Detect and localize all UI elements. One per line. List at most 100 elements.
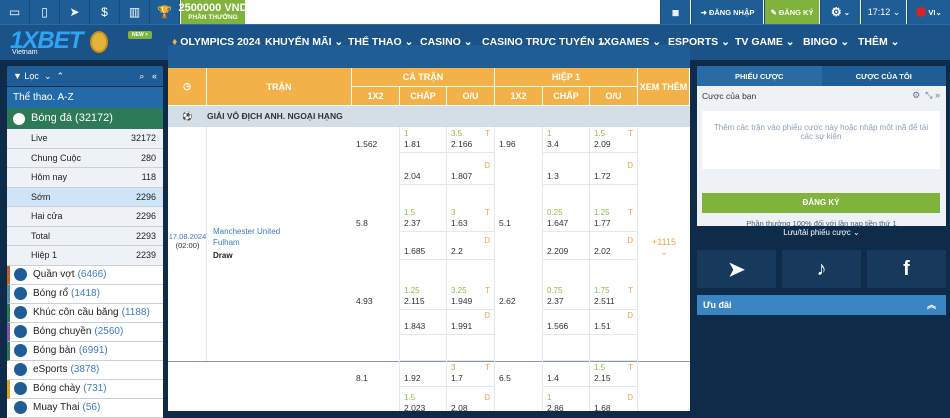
tiktok-icon[interactable]: ♪	[782, 250, 861, 288]
nav-item-9[interactable]: THÊM ⌄	[858, 36, 899, 48]
odds-cell[interactable]: 1.25 T 1.77	[590, 185, 638, 232]
match-teams[interactable]: Manchester United Fulham Draw	[207, 127, 352, 361]
new-badge[interactable]: NEW >	[128, 31, 152, 39]
sidebar-subitem[interactable]: Chung Cuộc 280	[7, 148, 163, 168]
telegram-icon[interactable]: ➤	[697, 250, 776, 288]
promotions-panel[interactable]: Ưu đãi ︽	[697, 295, 946, 315]
odds-cell[interactable]: 1.5 2.023	[400, 387, 447, 411]
qr-code-icon[interactable]: ▦	[660, 0, 690, 24]
language-dropdown[interactable]: VI ⌄	[907, 0, 950, 24]
register-button[interactable]: ✎ ĐĂNG KÝ	[764, 0, 819, 24]
sport-icon	[14, 268, 27, 281]
search-icon[interactable]: ⌕	[139, 71, 144, 82]
sidebar-subitem[interactable]: Hiệp 1 2239	[7, 246, 163, 266]
odds-cell[interactable]: 3 T 1.63	[447, 185, 495, 232]
odds-cell[interactable]: D 1.991	[447, 310, 495, 335]
odds-cell[interactable]: 1.92	[400, 361, 447, 387]
odds-cell[interactable]: 2.62	[495, 260, 543, 310]
odds-cell[interactable]: 1.562	[352, 127, 400, 153]
subcol-header: 1X2	[495, 87, 543, 106]
odds-cell[interactable]: 1 2.86	[543, 387, 590, 411]
more-markets-button[interactable]: +1115 ⌄	[638, 237, 690, 258]
odds-cell[interactable]: 1.5 T 2.15	[590, 361, 638, 387]
sidebar-item-sport[interactable]: Quần vợt (6466)	[7, 265, 163, 285]
sidebar-item-sport[interactable]: Bóng rổ (1418)	[7, 284, 163, 304]
odds-cell[interactable]: 1.4	[543, 361, 590, 387]
time-dropdown[interactable]: 17:12 ⌄	[861, 0, 906, 24]
gear-icon[interactable]: ⚙	[912, 90, 920, 100]
sidebar-item-sport[interactable]: Bóng chuyền (2560)	[7, 322, 163, 342]
odds-cell	[495, 387, 543, 411]
odds-cell[interactable]: 1.25 2.115	[400, 260, 447, 310]
expand-icon[interactable]: »	[935, 90, 940, 100]
sidebar-item-sport[interactable]: Bóng bàn (6991)	[7, 341, 163, 361]
odds-cell[interactable]: 4.93	[352, 260, 400, 310]
sidebar-item-sport[interactable]: Muay Thai (56)	[7, 398, 163, 418]
trophy-icon[interactable]: 🏆	[150, 0, 180, 24]
odds-cell[interactable]: 0.25 1.647	[543, 185, 590, 232]
league-row[interactable]: ⚽ GIẢI VÔ ĐỊCH ANH. NGOẠI HẠNG	[168, 106, 690, 127]
nav-item-8[interactable]: BINGO ⌄	[803, 36, 849, 48]
odds-cell[interactable]: 2.04	[400, 153, 447, 185]
odds-cell[interactable]: 3.5 T 2.166	[447, 127, 495, 153]
collapse-icon[interactable]: «	[152, 71, 157, 81]
odds-cell[interactable]: 2.209	[543, 232, 590, 260]
odds-cell[interactable]: 5.1	[495, 185, 543, 232]
odds-cell[interactable]: D 1.68	[590, 387, 638, 411]
odds-cell	[352, 232, 400, 260]
odds-cell[interactable]: D 1.72	[590, 153, 638, 185]
odds-cell[interactable]: 5.8	[352, 185, 400, 232]
mobile-icon[interactable]: ▯	[30, 0, 60, 24]
bonus-banner[interactable]: 2500000 VND PHẦN THƯỞNG	[178, 0, 248, 24]
odds-cell[interactable]: D 2.2	[447, 232, 495, 260]
odds-cell[interactable]: 1.3	[543, 153, 590, 185]
stats-icon[interactable]: ▥	[120, 0, 150, 24]
odds-cell[interactable]: 1.685	[400, 232, 447, 260]
sidebar-item-sport[interactable]: eSports (3878)	[7, 360, 163, 380]
save-load-bet-slip[interactable]: Lưu/tải phiếu cược ⌄	[697, 228, 946, 237]
odds-cell[interactable]: 1.843	[400, 310, 447, 335]
sidebar-subitem[interactable]: Hai cửa 2296	[7, 207, 163, 227]
odds-cell[interactable]: 1.96	[495, 127, 543, 153]
sidebar-subitem[interactable]: Live 32172	[7, 129, 163, 149]
odds-cell	[590, 335, 638, 361]
odds-cell[interactable]: 1.5 T 2.09	[590, 127, 638, 153]
odds-cell[interactable]: D 2.08	[447, 387, 495, 411]
odds-cell[interactable]: 3 T 1.7	[447, 361, 495, 387]
sidebar-item-football[interactable]: Bóng đá (32172)	[7, 108, 163, 129]
odds-cell[interactable]: D 1.51	[590, 310, 638, 335]
odds-cell[interactable]: 1 3.4	[543, 127, 590, 153]
odds-cell[interactable]: 1 1.81	[400, 127, 447, 153]
tab-bet-slip[interactable]: PHIẾU CƯỢC	[697, 66, 822, 86]
odds-cell[interactable]: 8.1	[352, 361, 400, 387]
telegram-icon[interactable]: ➤	[60, 0, 90, 24]
sidebar-subitem[interactable]: Hôm nay 118	[7, 168, 163, 188]
odds-cell[interactable]: D 1.807	[447, 153, 495, 185]
filter-button[interactable]: Lọc	[24, 71, 39, 81]
odds-cell	[495, 153, 543, 185]
facebook-icon[interactable]: f	[867, 250, 946, 288]
nav-item-7[interactable]: TV GAME ⌄	[735, 36, 795, 48]
odds-cell[interactable]: 1.5 2.37	[400, 185, 447, 232]
filter-icon[interactable]: ▼	[13, 71, 24, 81]
sports-a-z[interactable]: Thể thao. A-Z	[7, 87, 163, 108]
login-button[interactable]: ➜ ĐĂNG NHẬP	[691, 0, 763, 24]
sidebar-item-sport[interactable]: Bóng chày (731)	[7, 379, 163, 399]
tab-my-bets[interactable]: CƯỢC CỦA TÔI	[821, 66, 946, 86]
bonus-text: Phần thưởng 100% đối với lần nạp tiền th…	[746, 219, 897, 228]
sidebar-item-sport[interactable]: Khúc côn cầu băng (1188)	[7, 303, 163, 323]
odds-cell[interactable]: 3.25 T 1.949	[447, 260, 495, 310]
shrink-icon[interactable]: ⤡	[925, 90, 932, 100]
desktop-icon[interactable]: ▭	[0, 0, 30, 24]
register-button[interactable]: ĐĂNG KÝ	[702, 193, 940, 213]
sidebar-subitem[interactable]: Total 2293	[7, 226, 163, 246]
settings-button[interactable]: ⚙ ⌄	[820, 0, 860, 24]
sport-icon	[14, 287, 27, 300]
odds-cell[interactable]: D 2.02	[590, 232, 638, 260]
odds-cell[interactable]: 1.75 T 2.511	[590, 260, 638, 310]
dollar-icon[interactable]: $	[90, 0, 120, 24]
odds-cell[interactable]: 1.566	[543, 310, 590, 335]
odds-cell[interactable]: 6.5	[495, 361, 543, 387]
sidebar-subitem[interactable]: Sớm 2296	[7, 187, 163, 207]
odds-cell[interactable]: 0.75 2.37	[543, 260, 590, 310]
